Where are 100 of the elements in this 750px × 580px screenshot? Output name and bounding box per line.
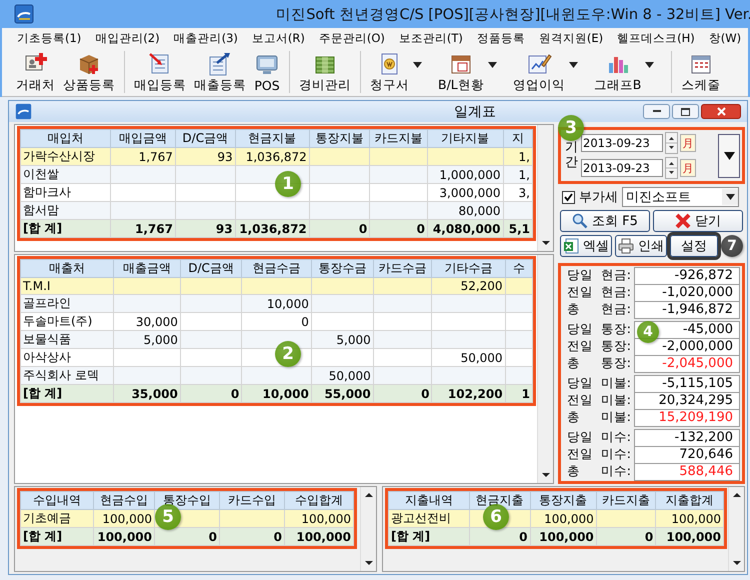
column-header[interactable]: 매입처 <box>20 130 111 148</box>
column-header[interactable]: 기타수금 <box>432 260 506 278</box>
toolbar-button[interactable]: 영업이익 <box>508 51 590 93</box>
calendar-button[interactable]: 月 <box>680 159 696 177</box>
spin-button[interactable] <box>665 132 678 154</box>
menu-item[interactable]: 주문관리(O) <box>312 30 392 46</box>
table-cell: 80,000 <box>427 202 503 220</box>
column-header[interactable]: 카드지불 <box>370 130 428 148</box>
table-row[interactable]: 주식회사 로덱 50,000 <box>20 366 532 384</box>
column-header[interactable]: 현금수금 <box>242 260 312 278</box>
table-cell: 1, <box>503 166 532 184</box>
menu-item[interactable]: 매출관리(3) <box>166 30 245 46</box>
summary-value: -1,020,000 <box>634 284 740 302</box>
toolbar-button[interactable]: 청구서 <box>366 51 434 93</box>
company-dropdown[interactable]: 미진소프트 <box>622 187 739 207</box>
table-cell: 100,000 <box>530 510 596 528</box>
summary-label: 당일 미불: <box>567 375 631 392</box>
spin-button[interactable] <box>665 157 678 179</box>
column-header[interactable]: 수 <box>505 260 532 278</box>
summary-value: -2,045,000 <box>634 354 740 372</box>
menu-item[interactable]: 정품등록 <box>470 30 532 46</box>
table-cell: 10,000 <box>242 294 312 312</box>
column-header[interactable]: 현금수입 <box>94 492 154 510</box>
table-cell: 광고선전비 <box>388 510 470 528</box>
table-cell: 보물식품 <box>20 330 114 348</box>
column-header[interactable]: 카드지출 <box>596 492 656 510</box>
column-header[interactable]: 통장지출 <box>530 492 596 510</box>
toolbar-button[interactable]: 그래프B <box>590 51 672 93</box>
app-logo <box>15 103 32 120</box>
document-icon <box>207 50 233 76</box>
total-cell: 93 <box>175 220 236 238</box>
table-row[interactable]: 가락수산시장 1,767 93 1,036,872 1, <box>20 148 532 166</box>
action-button[interactable]: 조회 F5 <box>560 210 650 232</box>
menu-item[interactable]: 보조관리(T) <box>392 30 470 46</box>
total-cell: 100,000 <box>530 528 596 546</box>
table-cell: 50,000 <box>311 366 374 384</box>
column-header[interactable]: 통장지불 <box>309 130 370 148</box>
column-header[interactable]: 카드수금 <box>373 260 432 278</box>
table-cell: 주식회사 로덱 <box>20 366 114 384</box>
total-cell: 35,000 <box>114 384 180 402</box>
table-cell: T.M.I <box>20 278 114 294</box>
menu-item[interactable]: 헬프데스크(H) <box>610 30 702 46</box>
action-button[interactable]: 설정 <box>670 235 718 257</box>
column-header[interactable]: 기타지불 <box>427 130 503 148</box>
action-button[interactable]: 인쇄 <box>615 235 667 257</box>
column-header[interactable]: 현금지출 <box>469 492 530 510</box>
table-row[interactable]: 골프라인 10,000 <box>20 294 532 312</box>
summary-label: 전일 현금: <box>567 284 631 301</box>
column-header[interactable]: 매출금액 <box>114 260 180 278</box>
table-cell: 1,036,872 <box>235 148 310 166</box>
total-cell: 0 <box>370 220 428 238</box>
toolbar-button[interactable]: B/L현황 <box>434 51 509 93</box>
date-field[interactable]: 2013-09-23 <box>581 134 663 152</box>
column-header[interactable]: 수입합계 <box>284 492 354 510</box>
column-header[interactable]: D/C금액 <box>180 260 242 278</box>
toolbar-button[interactable]: 매입등록 <box>130 51 190 93</box>
total-cell: 0 <box>469 528 530 546</box>
menu-item[interactable]: 기초등록(1) <box>10 30 88 46</box>
column-header[interactable]: 통장수금 <box>311 260 374 278</box>
column-header[interactable]: 지출내역 <box>388 492 470 510</box>
column-header[interactable]: D/C금액 <box>175 130 236 148</box>
toolbar-button[interactable]: POS <box>250 51 290 93</box>
summary-label: 총 현금: <box>567 301 631 318</box>
maximize-button[interactable] <box>672 104 699 119</box>
date-field[interactable]: 2013-09-23 <box>581 159 663 177</box>
dropdown-button[interactable] <box>718 134 740 178</box>
action-button[interactable]: 엑셀 <box>560 235 612 257</box>
menu-item[interactable]: 보고서(R) <box>244 30 312 46</box>
column-header[interactable]: 현금지불 <box>235 130 310 148</box>
column-header[interactable]: 매입금액 <box>110 130 176 148</box>
toolbar-button[interactable]: 매출등록 <box>190 51 250 93</box>
total-cell: 100,000 <box>94 528 154 546</box>
column-header[interactable]: 통장수입 <box>154 492 220 510</box>
triangle-down-icon <box>724 152 734 160</box>
column-header[interactable]: 매출처 <box>20 260 114 278</box>
menu-item[interactable]: 창(W) <box>702 30 748 46</box>
toolbar-button[interactable]: 스케줄 <box>677 51 724 93</box>
total-cell: [합 계] <box>388 528 470 546</box>
vat-checkbox[interactable] <box>562 190 575 204</box>
toolbar-button[interactable]: 경비관리 <box>295 51 361 93</box>
column-header[interactable]: 지 <box>503 130 532 148</box>
table-row[interactable]: 함서맘 80,000 <box>20 202 532 220</box>
menu-item[interactable]: 매입관리(2) <box>88 30 167 46</box>
column-header[interactable]: 카드수입 <box>220 492 284 510</box>
table-cell: 1,767 <box>110 148 176 166</box>
summary-label: 전일 미불: <box>567 392 631 409</box>
table-cell: 100,000 <box>94 510 154 528</box>
toolbar-button[interactable]: 상품등록 <box>59 51 125 93</box>
printer-icon <box>618 238 634 254</box>
table-cell: 골프라인 <box>20 294 114 312</box>
calendar-button[interactable]: 月 <box>680 134 696 152</box>
column-header[interactable]: 수입내역 <box>20 492 94 510</box>
action-button[interactable]: 닫기 <box>653 210 743 232</box>
toolbar-button[interactable]: 거래처 <box>12 51 59 93</box>
table-row[interactable]: T.M.I 52,200 <box>20 278 532 294</box>
column-header[interactable]: 지출합계 <box>656 492 724 510</box>
summary-label: 총 미불: <box>567 409 631 426</box>
close-button[interactable] <box>701 104 741 119</box>
minimize-button[interactable] <box>643 104 670 119</box>
menu-item[interactable]: 원격지원(E) <box>532 30 610 46</box>
